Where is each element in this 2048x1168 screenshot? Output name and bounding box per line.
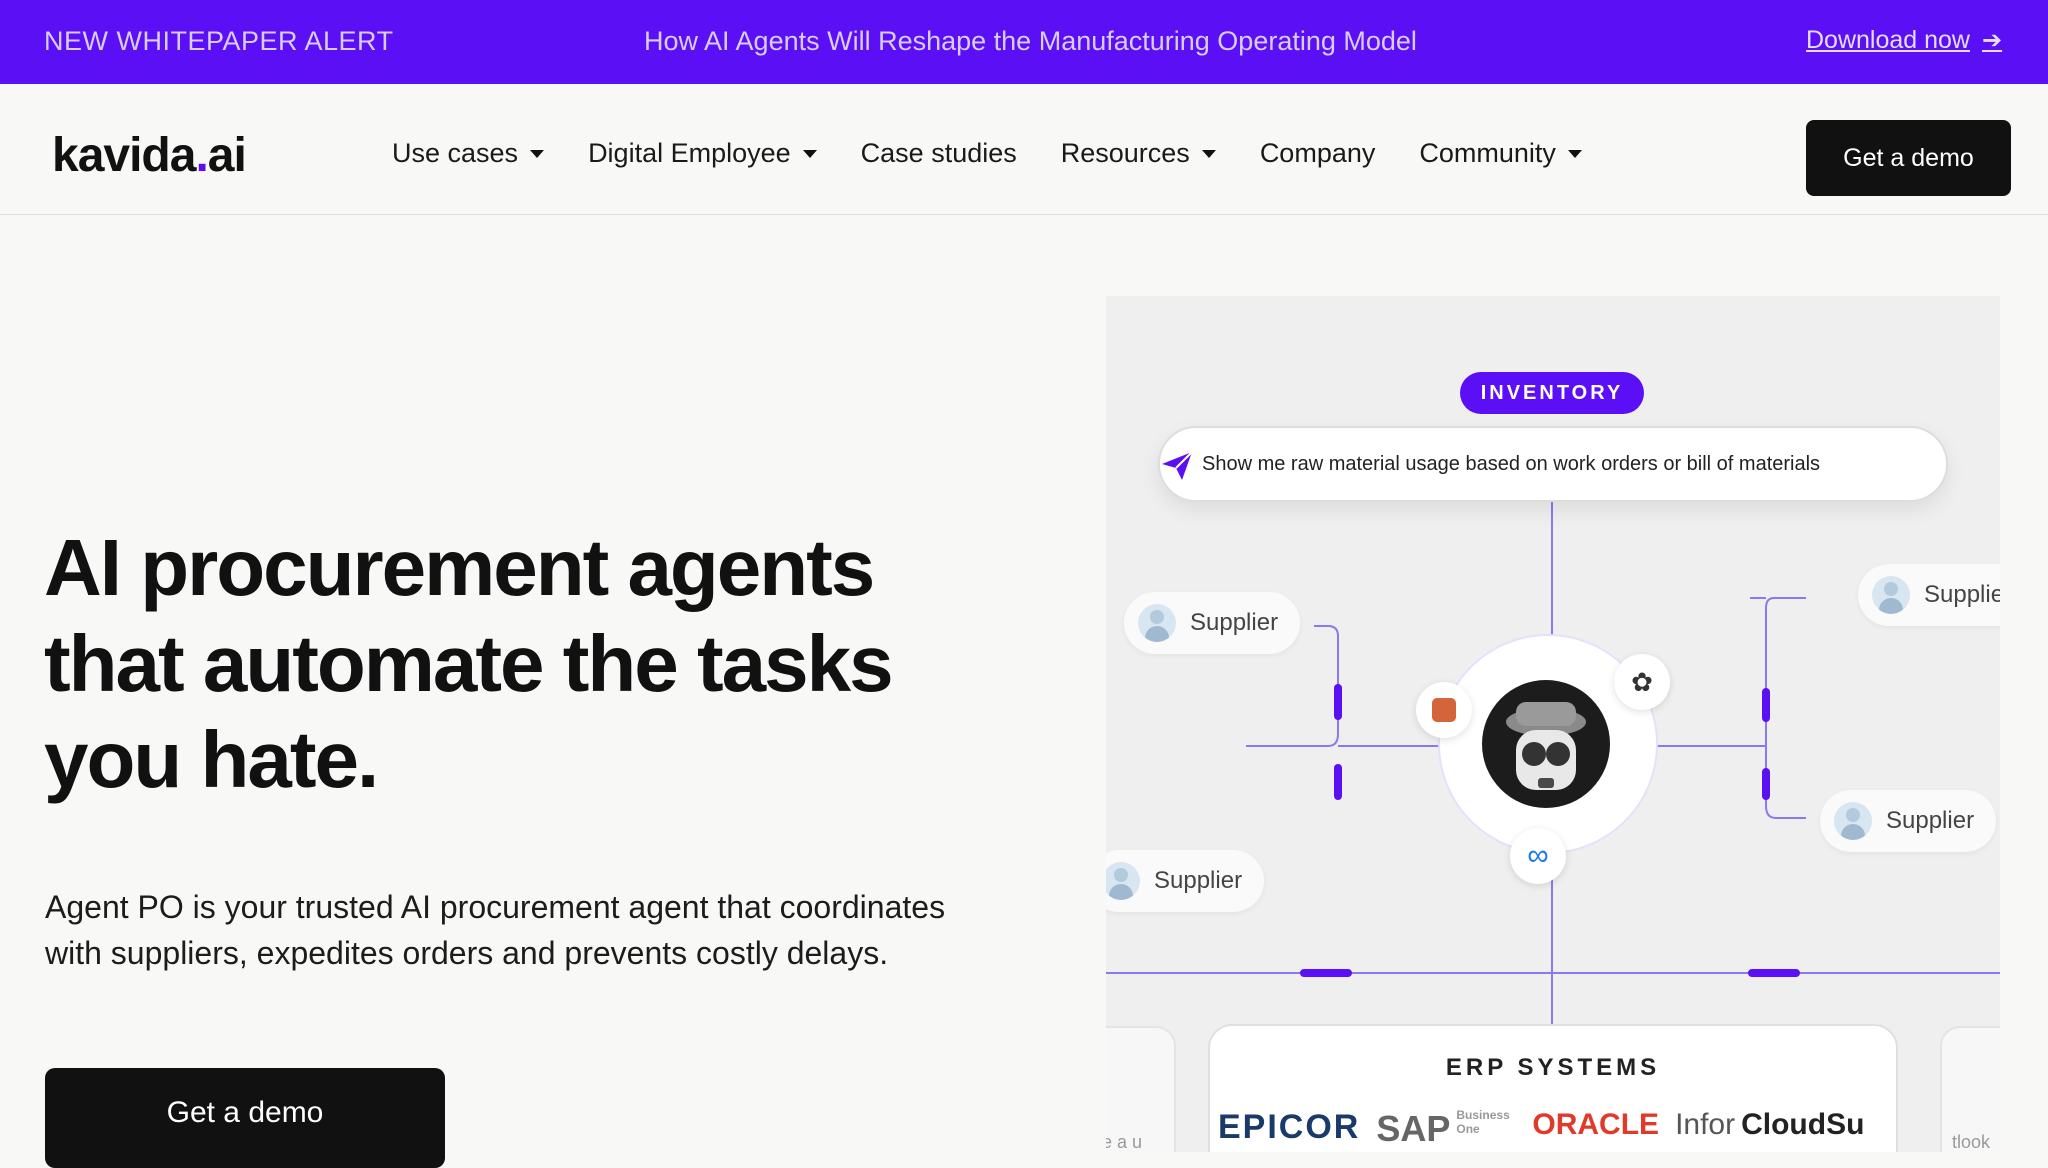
supplier-node: Supplier xyxy=(1106,850,1265,912)
supplier-label: Supplier xyxy=(1924,581,2000,608)
supplier-label: Supplier xyxy=(1886,807,1975,834)
menu-item-label: Company xyxy=(1259,138,1376,168)
supplier-avatar xyxy=(1106,862,1140,900)
menu-item-resources[interactable]: Resources xyxy=(1061,138,1216,169)
menu-item-label: Use cases xyxy=(392,138,519,168)
menu-item-label: Resources xyxy=(1060,138,1190,168)
download-now-link[interactable]: Download now ➔ xyxy=(1806,26,2002,55)
supplier-node: Supplier xyxy=(1820,790,1997,852)
menu-item-case-studies[interactable]: Case studies xyxy=(861,138,1017,169)
menu-item-use-cases[interactable]: Use cases xyxy=(392,138,545,169)
hero-subtitle: Agent PO is your trusted AI procurement … xyxy=(45,884,1055,976)
inventory-badge: INVENTORY xyxy=(1460,372,1644,414)
side-card-right: tlook xyxy=(1940,1026,2000,1152)
supplier-label: Supplier xyxy=(1190,609,1279,636)
agent-prompt-text: Show me raw material usage based on work… xyxy=(1202,452,1821,475)
hero-title-line: AI procurement agents xyxy=(44,523,875,612)
agent-prompt-input[interactable]: Show me raw material usage based on work… xyxy=(1158,426,1948,502)
side-card-right-text: tlook xyxy=(1952,1132,1991,1152)
nav-get-demo-button[interactable]: Get a demo xyxy=(1806,120,2011,196)
announcement-headline[interactable]: How AI Agents Will Reshape the Manufactu… xyxy=(644,26,1417,57)
side-card-left-text: e a u xyxy=(1106,1132,1143,1152)
supplier-avatar xyxy=(1138,604,1176,642)
infor-logo: Infor xyxy=(1675,1108,1736,1141)
top-navigation: kavida.ai Use cases Digital Employee Cas… xyxy=(0,84,2048,215)
side-card-left: e a u xyxy=(1106,1026,1176,1152)
logo-main: kavida xyxy=(52,129,196,182)
caret-down-icon xyxy=(802,149,817,158)
send-icon[interactable] xyxy=(1160,450,1194,482)
sap-business-one-label: Business One xyxy=(1456,1108,1510,1136)
announcement-bar: NEW WHITEPAPER ALERT How AI Agents Will … xyxy=(0,0,2048,84)
menu-item-company[interactable]: Company xyxy=(1260,138,1376,169)
epicor-logo: EPICOR xyxy=(1218,1108,1361,1146)
menu-item-digital-employee[interactable]: Digital Employee xyxy=(588,138,817,169)
kavida-logo[interactable]: kavida.ai xyxy=(52,128,247,183)
announcement-alert-label: NEW WHITEPAPER ALERT xyxy=(44,26,394,56)
openai-icon: ✿ xyxy=(1614,654,1670,710)
agent-avatar xyxy=(1482,680,1610,808)
caret-down-icon xyxy=(1201,149,1216,158)
menu-item-label: Digital Employee xyxy=(588,138,791,168)
sap-logo: SAP xyxy=(1376,1108,1451,1149)
hero-title-line: you hate. xyxy=(44,715,379,804)
supplier-avatar xyxy=(1834,802,1872,840)
supplier-avatar xyxy=(1872,576,1910,614)
hero-subtitle-line: Agent PO is your trusted AI procurement … xyxy=(45,889,946,925)
agent-illustration: INVENTORY Show me raw material usage bas… xyxy=(1106,296,2000,1152)
main-menu: Use cases Digital Employee Case studies … xyxy=(392,138,1626,169)
cloudsuite-logo: CloudSu xyxy=(1741,1108,1865,1141)
menu-item-label: Community xyxy=(1419,138,1556,168)
app-logo-icon xyxy=(1416,682,1472,738)
supplier-node: Supplier xyxy=(1124,592,1301,654)
arrow-right-icon: ➔ xyxy=(1982,27,2003,54)
supplier-label: Supplier xyxy=(1154,867,1243,894)
menu-item-label: Case studies xyxy=(860,138,1017,168)
menu-item-community[interactable]: Community xyxy=(1419,138,1582,169)
caret-down-icon xyxy=(530,149,545,158)
erp-logos: EPICOR SAP Business One ORACLE Infor Clo… xyxy=(1218,1108,1864,1150)
download-now-label[interactable]: Download now xyxy=(1806,26,1970,55)
oracle-logo: ORACLE xyxy=(1532,1108,1660,1141)
caret-down-icon xyxy=(1567,149,1582,158)
erp-systems-title: ERP SYSTEMS xyxy=(1445,1054,1661,1081)
hero-title: AI procurement agents that automate the … xyxy=(44,520,1044,808)
hero-subtitle-line: with suppliers, expedites orders and pre… xyxy=(45,935,889,971)
logo-tld: ai xyxy=(207,129,247,182)
supplier-node: Supplier xyxy=(1858,564,2000,626)
hero-title-line: that automate the tasks xyxy=(44,619,894,708)
hero-get-demo-button[interactable]: Get a demo xyxy=(45,1068,445,1168)
erp-systems-card: ERP SYSTEMS EPICOR SAP Business One ORAC… xyxy=(1208,1024,1898,1152)
logo-dot: . xyxy=(195,129,208,182)
meta-icon: ∞ xyxy=(1510,828,1566,884)
